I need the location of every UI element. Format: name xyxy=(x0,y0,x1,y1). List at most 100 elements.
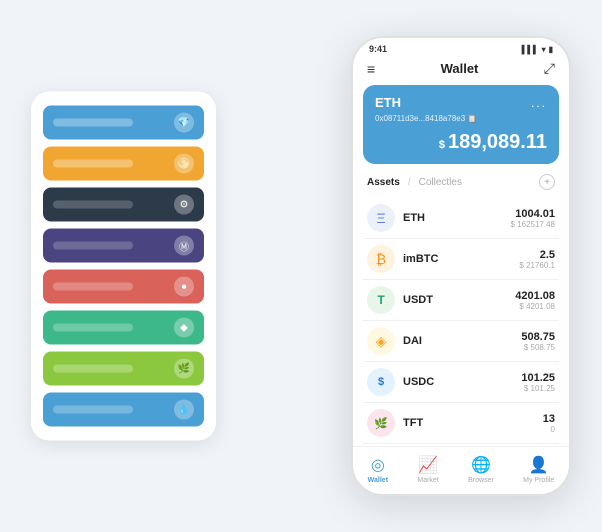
card-icon-1: 💎 xyxy=(174,113,194,133)
usdc-values: 101.25 $ 101.25 xyxy=(521,372,555,393)
card-icon-5: ● xyxy=(174,277,194,297)
card-item-3[interactable]: ⚙ xyxy=(43,188,204,222)
card-icon-8: 💧 xyxy=(174,400,194,420)
tft-amount: 13 xyxy=(543,413,555,425)
add-asset-button[interactable]: + xyxy=(539,174,555,190)
market-nav-label: Market xyxy=(417,477,438,484)
usdc-asset-name: USDC xyxy=(403,376,521,388)
eth-usd: $ 162517.48 xyxy=(511,220,556,229)
card-item-1[interactable]: 💎 xyxy=(43,106,204,140)
phone-mockup: 9:41 ▌▌▌ ▾ ▮ ≡ Wallet ⤢ ETH ... 0x08711d… xyxy=(351,36,571,496)
tft-values: 13 0 xyxy=(543,413,555,434)
tft-icon: 🌿 xyxy=(367,409,395,437)
browser-nav-icon: 🌐 xyxy=(471,455,491,475)
status-time: 9:41 xyxy=(369,44,387,54)
usdt-asset-name: USDT xyxy=(403,294,515,306)
card-icon-6: ◆ xyxy=(174,318,194,338)
card-label-1 xyxy=(53,119,133,127)
asset-item-tft[interactable]: 🌿 TFT 13 0 xyxy=(363,403,559,444)
usdc-amount: 101.25 xyxy=(521,372,555,384)
tab-divider: / xyxy=(408,177,411,188)
dai-amount: 508.75 xyxy=(521,331,555,343)
card-label-4 xyxy=(53,242,133,250)
dai-values: 508.75 $ 508.75 xyxy=(521,331,555,352)
status-icons: ▌▌▌ ▾ ▮ xyxy=(522,45,553,54)
usdt-amount: 4201.08 xyxy=(515,290,555,302)
card-item-7[interactable]: 🌿 xyxy=(43,352,204,386)
dai-icon: ◈ xyxy=(367,327,395,355)
phone-header: ≡ Wallet ⤢ xyxy=(353,56,569,85)
dai-asset-name: DAI xyxy=(403,335,521,347)
nav-item-browser[interactable]: 🌐 Browser xyxy=(468,455,494,484)
card-icon-4: Ⓜ xyxy=(174,236,194,256)
card-label-6 xyxy=(53,324,133,332)
header-title: Wallet xyxy=(441,61,479,76)
status-bar: 9:41 ▌▌▌ ▾ ▮ xyxy=(353,38,569,56)
imbtc-icon: ₿ xyxy=(367,245,395,273)
asset-item-usdc[interactable]: $ USDC 101.25 $ 101.25 xyxy=(363,362,559,403)
dai-usd: $ 508.75 xyxy=(521,343,555,352)
card-label-5 xyxy=(53,283,133,291)
eth-amount: 1004.01 xyxy=(511,208,556,220)
eth-more-icon[interactable]: ... xyxy=(531,96,547,110)
card-item-6[interactable]: ◆ xyxy=(43,311,204,345)
profile-nav-label: My Profile xyxy=(523,477,554,484)
card-label-2 xyxy=(53,160,133,168)
card-label-7 xyxy=(53,365,133,373)
card-item-2[interactable]: 🌕 xyxy=(43,147,204,181)
market-nav-icon: 📈 xyxy=(418,455,438,475)
eth-balance: $189,089.11 xyxy=(375,131,547,154)
usdc-usd: $ 101.25 xyxy=(521,384,555,393)
scene: 💎 🌕 ⚙ Ⓜ ● ◆ 🌿 💧 xyxy=(21,16,581,516)
signal-icon: ▌▌▌ xyxy=(522,45,539,54)
eth-icon: Ξ xyxy=(367,204,395,232)
menu-icon[interactable]: ≡ xyxy=(367,61,375,77)
eth-address: 0x08711d3e...8418a78e3 📋 xyxy=(375,114,547,123)
profile-nav-icon: 👤 xyxy=(529,455,549,475)
asset-item-imbtc[interactable]: ₿ imBTC 2.5 $ 21760.1 xyxy=(363,239,559,280)
usdt-icon: T xyxy=(367,286,395,314)
wifi-icon: ▾ xyxy=(542,45,546,54)
imbtc-usd: $ 21760.1 xyxy=(519,261,555,270)
tft-asset-name: TFT xyxy=(403,417,543,429)
card-icon-2: 🌕 xyxy=(174,154,194,174)
usdt-values: 4201.08 $ 4201.08 xyxy=(515,290,555,311)
card-stack: 💎 🌕 ⚙ Ⓜ ● ◆ 🌿 💧 xyxy=(31,92,216,441)
usdc-icon: $ xyxy=(367,368,395,396)
assets-header: Assets / Collectles + xyxy=(353,174,569,198)
battery-icon: ▮ xyxy=(549,45,553,54)
asset-list: Ξ ETH 1004.01 $ 162517.48 ₿ imBTC 2.5 $ … xyxy=(353,198,569,446)
card-item-5[interactable]: ● xyxy=(43,270,204,304)
tab-collectibles[interactable]: Collectles xyxy=(419,177,462,188)
nav-item-profile[interactable]: 👤 My Profile xyxy=(523,455,554,484)
card-item-4[interactable]: Ⓜ xyxy=(43,229,204,263)
imbtc-amount: 2.5 xyxy=(519,249,555,261)
usdt-usd: $ 4201.08 xyxy=(515,302,555,311)
asset-item-usdt[interactable]: T USDT 4201.08 $ 4201.08 xyxy=(363,280,559,321)
eth-values: 1004.01 $ 162517.48 xyxy=(511,208,556,229)
tft-usd: 0 xyxy=(543,425,555,434)
imbtc-values: 2.5 $ 21760.1 xyxy=(519,249,555,270)
nav-item-wallet[interactable]: ◎ Wallet xyxy=(368,455,388,484)
assets-tabs: Assets / Collectles xyxy=(367,177,462,188)
scan-icon[interactable]: ⤢ xyxy=(544,60,555,77)
asset-item-eth[interactable]: Ξ ETH 1004.01 $ 162517.48 xyxy=(363,198,559,239)
eth-card[interactable]: ETH ... 0x08711d3e...8418a78e3 📋 $189,08… xyxy=(363,85,559,164)
browser-nav-label: Browser xyxy=(468,477,494,484)
eth-asset-name: ETH xyxy=(403,212,511,224)
wallet-nav-label: Wallet xyxy=(368,477,388,484)
asset-item-dai[interactable]: ◈ DAI 508.75 $ 508.75 xyxy=(363,321,559,362)
eth-balance-amount: 189,089.11 xyxy=(448,131,547,153)
card-label-8 xyxy=(53,406,133,414)
card-item-8[interactable]: 💧 xyxy=(43,393,204,427)
eth-currency-symbol: $ xyxy=(439,139,445,151)
wallet-nav-icon: ◎ xyxy=(371,455,385,475)
bottom-nav: ◎ Wallet 📈 Market 🌐 Browser 👤 My Profile xyxy=(353,446,569,494)
card-icon-7: 🌿 xyxy=(174,359,194,379)
nav-item-market[interactable]: 📈 Market xyxy=(417,455,438,484)
eth-card-title: ETH xyxy=(375,95,401,110)
imbtc-asset-name: imBTC xyxy=(403,253,519,265)
card-icon-3: ⚙ xyxy=(174,195,194,215)
eth-card-header: ETH ... xyxy=(375,95,547,110)
tab-assets[interactable]: Assets xyxy=(367,177,400,188)
